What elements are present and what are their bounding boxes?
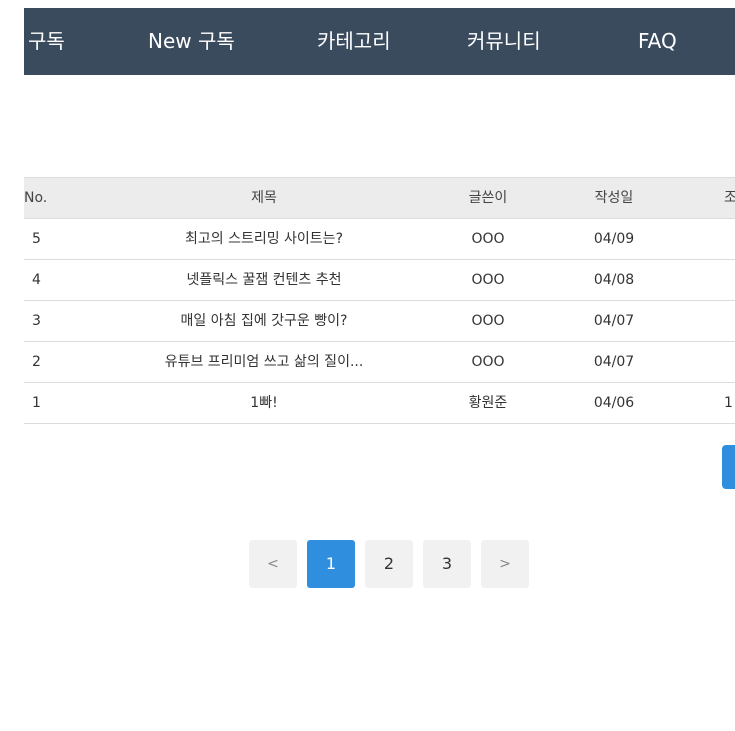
- row-author: OOO: [471, 231, 505, 247]
- table-row[interactable]: 1 1빠! 황원준 04/06 1: [24, 383, 735, 424]
- nav-item-category[interactable]: 카테고리: [317, 8, 391, 75]
- row-views: [724, 260, 735, 300]
- table-row[interactable]: 2 유튜브 프리미엄 쓰고 삶의 질이... OOO 04/07: [24, 342, 735, 383]
- table-row[interactable]: 4 넷플릭스 꿀잼 컨텐츠 추천 OOO 04/08: [24, 260, 735, 301]
- table-header: No. 제목 글쓴이 작성일 조: [24, 177, 735, 219]
- row-date: 04/07: [593, 313, 635, 329]
- prev-page-button[interactable]: <: [249, 540, 297, 588]
- row-author: OOO: [471, 313, 505, 329]
- row-author: OOO: [471, 272, 505, 288]
- row-views: [724, 342, 735, 382]
- row-no: 2: [32, 354, 41, 370]
- header-date: 작성일: [594, 190, 634, 206]
- board-table: No. 제목 글쓴이 작성일 조 5 최고의 스트리밍 사이트는? OOO 04…: [24, 177, 735, 424]
- nav-item-new-subscribe[interactable]: New 구독: [148, 8, 235, 75]
- row-title-link[interactable]: 넷플릭스 꿀잼 컨텐츠 추천: [104, 260, 424, 300]
- row-no: 4: [32, 272, 41, 288]
- nav-item-community[interactable]: 커뮤니티: [467, 8, 541, 75]
- page-button-3[interactable]: 3: [423, 540, 471, 588]
- header-no: No.: [24, 190, 48, 206]
- row-title-link[interactable]: 유튜브 프리미엄 쓰고 삶의 질이...: [104, 342, 424, 382]
- row-views: 1: [724, 395, 733, 411]
- row-views: [724, 301, 735, 341]
- row-author: OOO: [471, 354, 505, 370]
- top-nav: 구독 New 구독 카테고리 커뮤니티 FAQ: [24, 8, 735, 75]
- page-button-2[interactable]: 2: [365, 540, 413, 588]
- header-author: 글쓴이: [468, 190, 508, 206]
- row-date: 04/08: [593, 272, 635, 288]
- row-no: 5: [32, 231, 41, 247]
- row-date: 04/09: [593, 231, 635, 247]
- row-date: 04/06: [593, 395, 635, 411]
- header-title: 제목: [251, 190, 277, 206]
- nav-item-subscribe[interactable]: 구독: [28, 8, 65, 75]
- row-title-link[interactable]: 최고의 스트리밍 사이트는?: [104, 219, 424, 259]
- row-title-link[interactable]: 매일 아침 집에 갓구운 빵이?: [104, 301, 424, 341]
- table-row[interactable]: 3 매일 아침 집에 갓구운 빵이? OOO 04/07: [24, 301, 735, 342]
- row-no: 3: [32, 313, 41, 329]
- row-views: [724, 219, 735, 259]
- page: 구독 New 구독 카테고리 커뮤니티 FAQ No. 제목 글쓴이 작성일 조…: [0, 0, 735, 731]
- table-row[interactable]: 5 최고의 스트리밍 사이트는? OOO 04/09: [24, 219, 735, 260]
- row-author: 황원준: [468, 395, 508, 411]
- next-page-button[interactable]: >: [481, 540, 529, 588]
- write-button[interactable]: [722, 445, 735, 489]
- row-date: 04/07: [593, 354, 635, 370]
- header-views: 조: [724, 190, 735, 206]
- row-no: 1: [32, 395, 41, 411]
- row-title-link[interactable]: 1빠!: [104, 383, 424, 423]
- page-button-1[interactable]: 1: [307, 540, 355, 588]
- nav-item-faq[interactable]: FAQ: [638, 8, 677, 75]
